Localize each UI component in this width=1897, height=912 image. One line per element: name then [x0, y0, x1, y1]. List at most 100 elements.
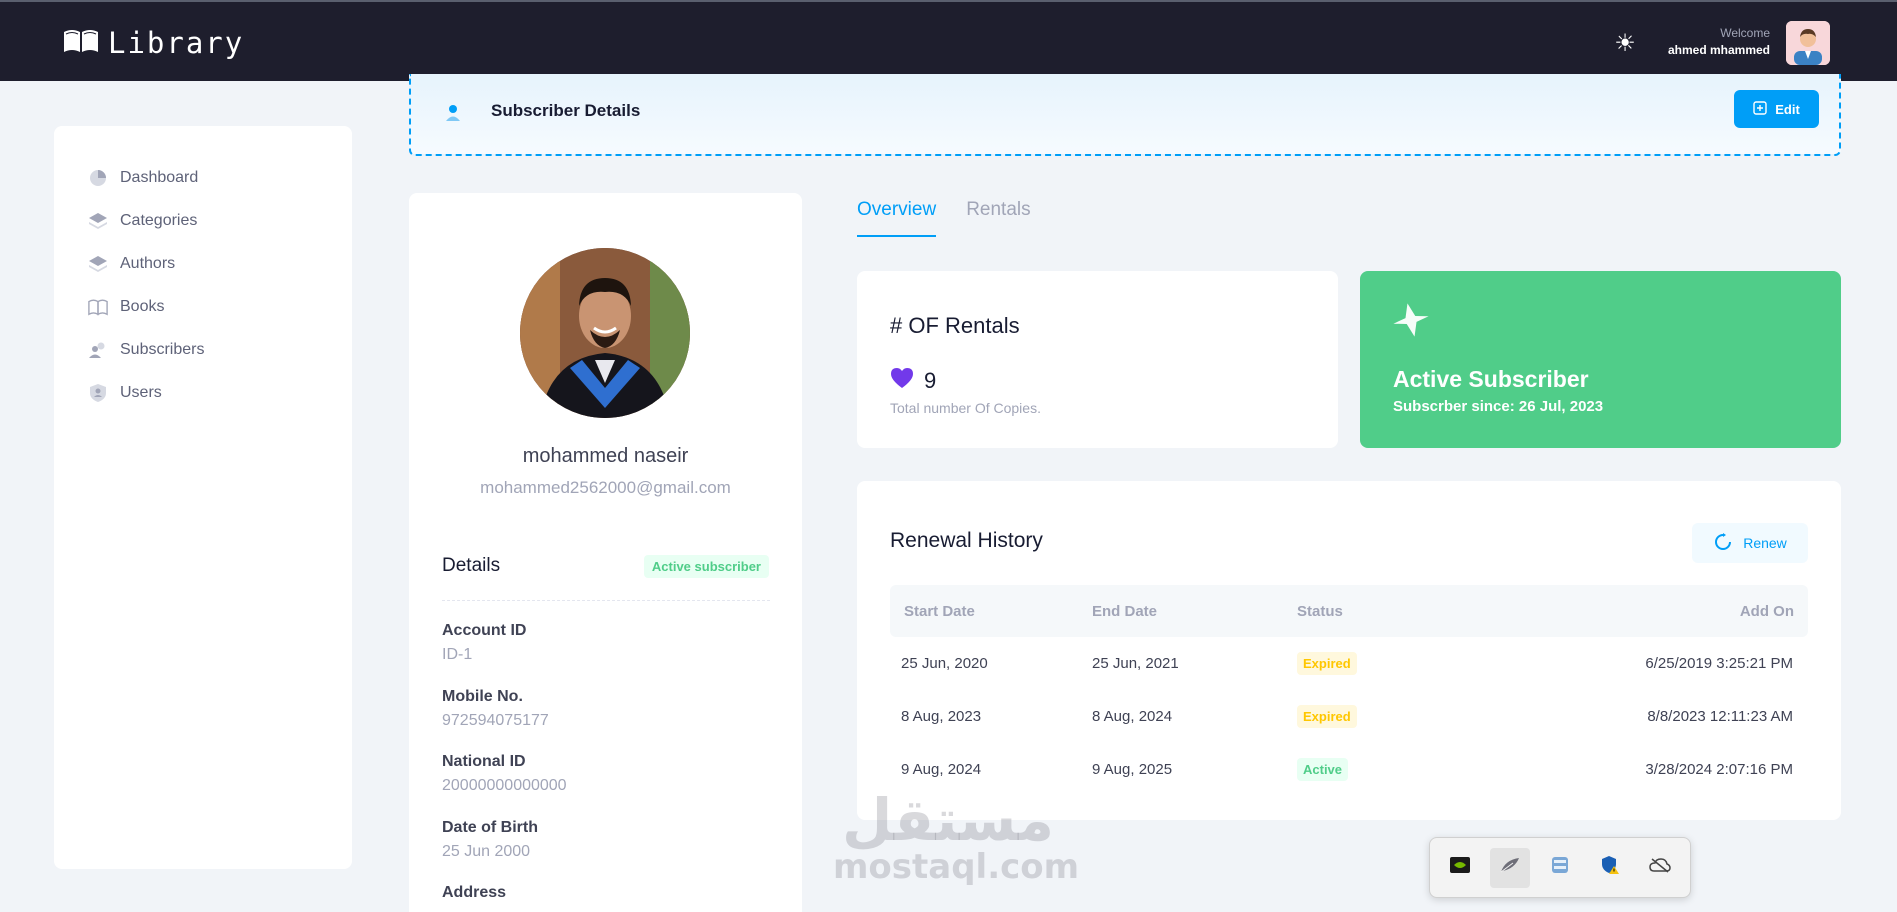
top-navbar: Library ☀ Welcome ahmed mhammed: [0, 0, 1897, 81]
subscriber-status-title: Active Subscriber: [1393, 366, 1589, 392]
column-header: Start Date: [904, 602, 975, 620]
sidebar-item-label: Categories: [120, 211, 198, 229]
open-book-icon: [62, 28, 100, 59]
tray-item-feather[interactable]: [1490, 847, 1530, 888]
sidebar-item-subscribers[interactable]: Subscribers: [54, 328, 352, 371]
watermark-latin: mostaql.com: [833, 847, 1080, 887]
sidebar-item-books[interactable]: Books: [54, 285, 352, 328]
user-name: ahmed mhammed: [1667, 43, 1770, 57]
user-icon: [445, 104, 461, 127]
status-badge: Active subscriber: [643, 555, 769, 578]
end-date: 8 Aug, 2024: [1092, 708, 1173, 725]
welcome-label: Welcome: [1720, 26, 1770, 40]
subscriber-status-card: Active Subscriber Subscrber since: 26 Ju…: [1360, 271, 1841, 448]
start-date: 25 Jun, 2020: [901, 655, 988, 672]
subscriber-since: Subscrber since: 26 Jul, 2023: [1393, 398, 1604, 415]
sidebar: Dashboard Categories Authors Books Subsc…: [54, 126, 352, 869]
detail-account-id: Account ID ID-1: [442, 622, 526, 664]
tray-item-storage[interactable]: [1540, 848, 1580, 888]
theme-toggle-button[interactable]: ☀: [1610, 29, 1640, 59]
layers-icon: [88, 254, 108, 274]
end-date: 9 Aug, 2025: [1092, 761, 1173, 778]
plus-square-icon: [1753, 100, 1767, 118]
column-header: End Date: [1092, 602, 1158, 620]
rentals-count-card: # OF Rentals 9 Total number Of Copies.: [857, 271, 1338, 448]
tray-item-cloud[interactable]: [1640, 848, 1680, 888]
table-row: 25 Jun, 2020 25 Jun, 2021 Expired 6/25/2…: [890, 637, 1808, 690]
detail-value: 972594075177: [442, 712, 549, 729]
start-date: 8 Aug, 2023: [901, 708, 982, 725]
status-badge: Expired: [1297, 705, 1357, 728]
renew-button[interactable]: Renew: [1692, 523, 1808, 563]
added-on: 6/25/2019 3:25:21 PM: [1645, 655, 1793, 672]
subscriber-email: mohammed2562000@gmail.com: [480, 478, 731, 497]
detail-value: ID-1: [442, 646, 473, 663]
sidebar-item-label: Users: [120, 383, 162, 401]
detail-label: Address: [442, 884, 507, 901]
sidebar-item-label: Books: [120, 297, 165, 315]
column-header: Add On: [1739, 602, 1794, 620]
sidebar-item-label: Subscribers: [120, 340, 205, 358]
subscriber-name: mohammed naseir: [522, 445, 689, 467]
user-welcome: Welcome ahmed mhammed: [1668, 26, 1770, 57]
tray-item-security[interactable]: [1590, 848, 1630, 888]
renewal-history-card: Renewal History Renew Start Date End Dat…: [857, 481, 1841, 820]
tray-item-nvidia[interactable]: [1440, 848, 1480, 888]
cloud-off-icon: [1649, 857, 1671, 878]
shield-user-icon: [88, 383, 108, 403]
table-header: Start Date End Date Status Add On: [890, 585, 1808, 637]
user-avatar[interactable]: [1786, 21, 1830, 65]
added-on: 3/28/2024 2:07:16 PM: [1645, 761, 1793, 778]
sidebar-item-dashboard[interactable]: Dashboard: [54, 156, 352, 199]
detail-label: Mobile No.: [442, 688, 523, 705]
details-divider: [442, 600, 770, 601]
tab-rentals[interactable]: Rentals: [966, 199, 1030, 237]
profile-photo: [520, 248, 690, 418]
start-date: 9 Aug, 2024: [901, 761, 982, 778]
rentals-number: 9: [924, 367, 937, 393]
sun-icon: ☀: [1614, 30, 1636, 57]
detail-label: Account ID: [442, 622, 527, 639]
layers-icon: [88, 211, 108, 231]
page-header: Subscriber Details Edit: [409, 74, 1841, 156]
sidebar-item-label: Authors: [120, 254, 176, 272]
edit-button[interactable]: Edit: [1734, 90, 1819, 128]
sidebar-item-users[interactable]: Users: [54, 371, 352, 414]
detail-value: 20000000000000: [442, 777, 567, 794]
details-heading: Details: [442, 555, 501, 576]
detail-value: 25 Jun 2000: [442, 843, 531, 860]
nvidia-icon: [1450, 857, 1470, 878]
table-row: 8 Aug, 2023 8 Aug, 2024 Expired 8/8/2023…: [890, 690, 1808, 743]
users-icon: [88, 340, 108, 360]
detail-national-id: National ID 20000000000000: [442, 753, 567, 795]
app-logo[interactable]: Library: [62, 26, 244, 60]
column-header: Status: [1297, 602, 1343, 620]
profile-card: mohammed naseir mohammed2562000@gmail.co…: [409, 193, 802, 912]
added-on: 8/8/2023 12:11:23 AM: [1647, 708, 1793, 725]
tab-overview[interactable]: Overview: [857, 199, 937, 237]
feather-icon: [1499, 856, 1521, 879]
sidebar-item-label: Dashboard: [120, 168, 199, 186]
star-icon: [1392, 301, 1430, 344]
detail-date-of-birth: Date of Birth 25 Jun 2000: [442, 819, 538, 861]
sidebar-item-authors[interactable]: Authors: [54, 242, 352, 285]
table-row: 9 Aug, 2024 9 Aug, 2025 Active 3/28/2024…: [890, 743, 1808, 796]
edit-button-label: Edit: [1775, 101, 1800, 117]
heart-icon: [890, 367, 914, 394]
detail-label: Date of Birth: [442, 819, 538, 836]
status-cell: Expired: [1297, 652, 1497, 675]
page-title: Subscriber Details: [491, 101, 641, 120]
rentals-count: 9: [890, 367, 936, 394]
end-date: 25 Jun, 2021: [1092, 655, 1179, 672]
sidebar-item-categories[interactable]: Categories: [54, 199, 352, 242]
status-badge: Active: [1297, 758, 1349, 781]
app-title: Library: [108, 26, 245, 60]
tab-bar: Overview Rentals: [857, 199, 1031, 237]
detail-mobile: Mobile No. 972594075177: [442, 688, 549, 730]
storage-icon: [1550, 856, 1570, 879]
status-cell: Active: [1297, 758, 1497, 781]
shield-warning-icon: [1600, 855, 1620, 880]
pie-chart-icon: [88, 168, 108, 188]
status-badge: Expired: [1297, 652, 1357, 675]
renewal-table: Start Date End Date Status Add On 25 Jun…: [890, 585, 1808, 796]
